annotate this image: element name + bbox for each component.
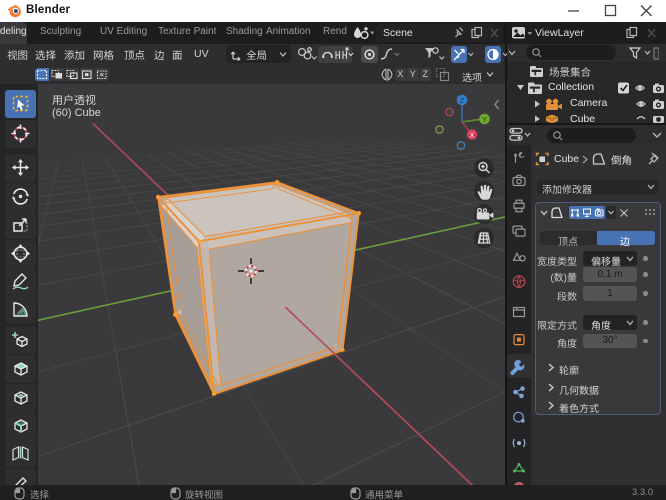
svg-text:X: X <box>469 130 474 139</box>
svg-text:Y: Y <box>482 115 487 124</box>
svg-text:Z: Z <box>460 96 465 105</box>
